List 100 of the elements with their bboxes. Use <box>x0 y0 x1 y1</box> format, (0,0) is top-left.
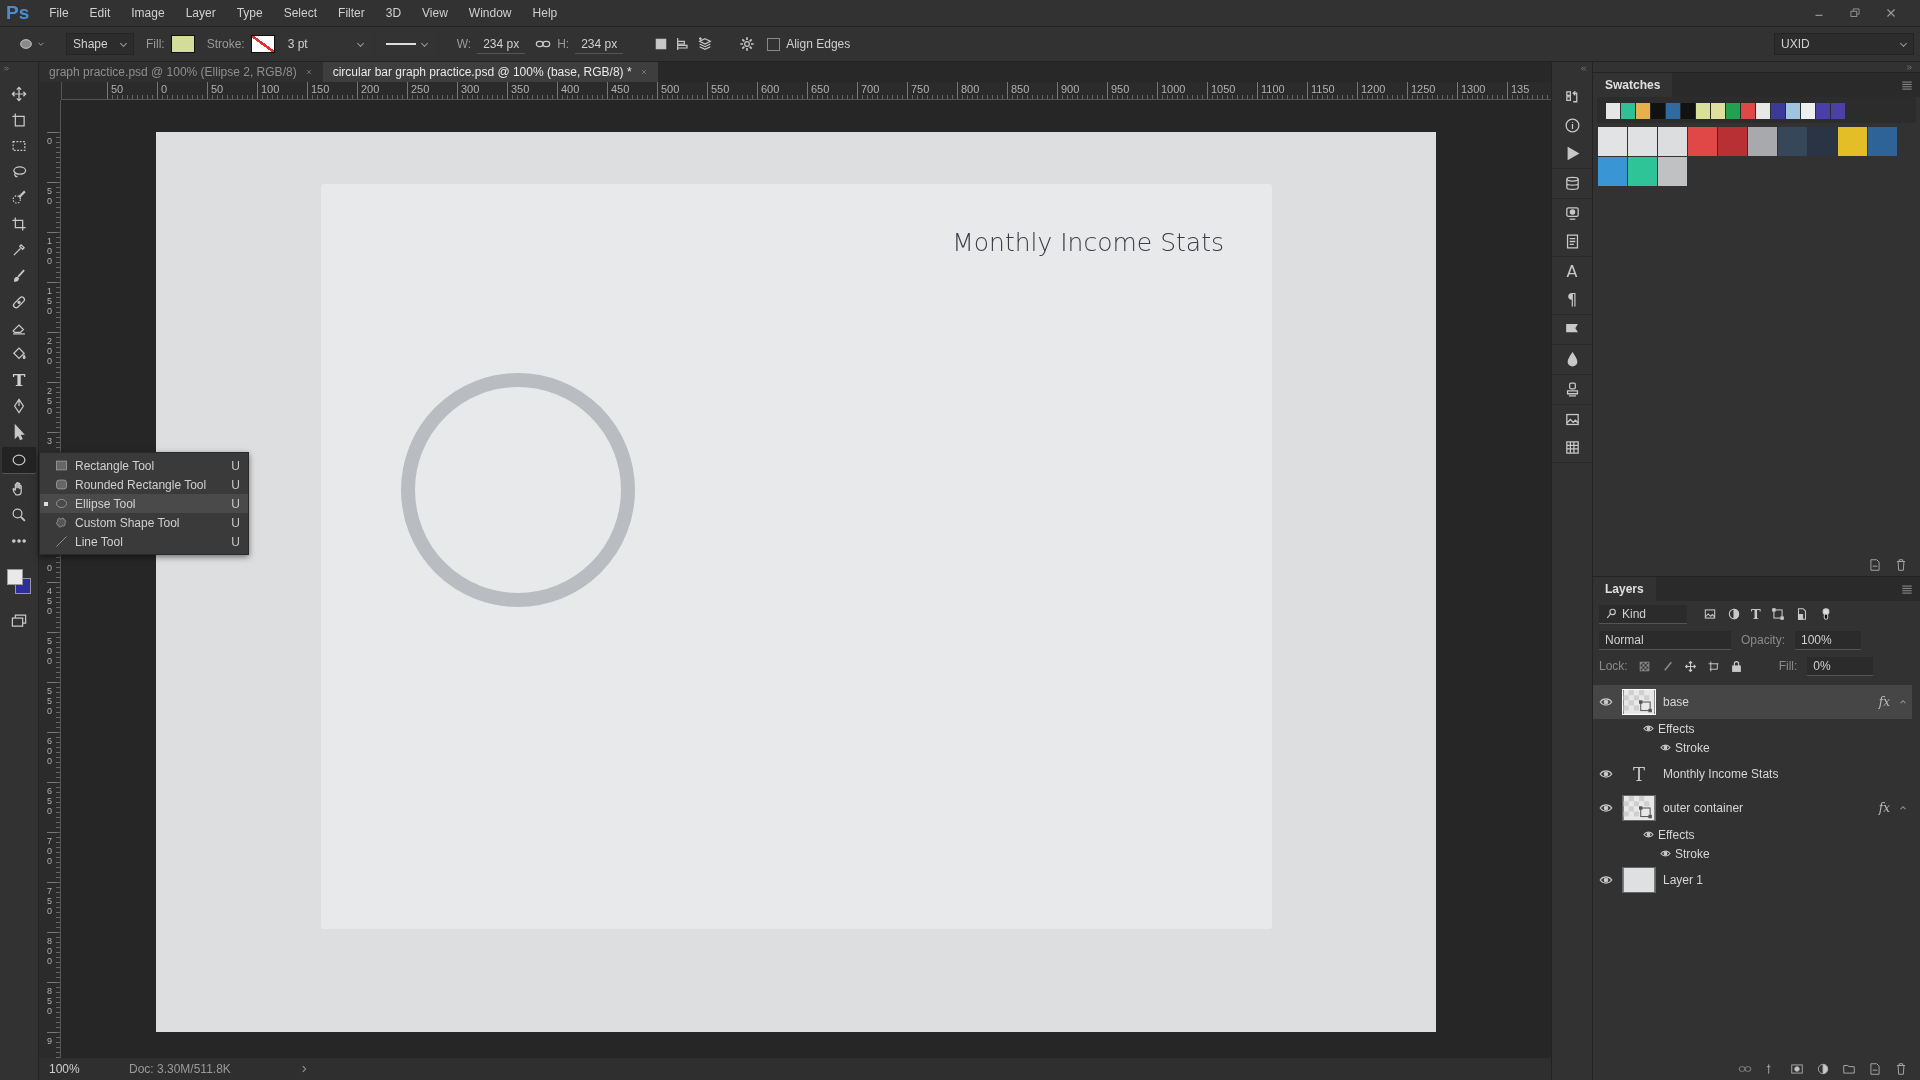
info-icon[interactable] <box>1563 117 1581 134</box>
effects-badge[interactable]: fx <box>1878 695 1890 709</box>
eye-icon[interactable] <box>1599 695 1613 709</box>
menu-item[interactable]: File <box>49 6 69 20</box>
menu-item[interactable]: Type <box>236 6 263 20</box>
menu-item[interactable]: 3D <box>385 6 402 20</box>
layer-row[interactable]: outer container fx <box>1593 791 1912 825</box>
menu-item[interactable]: Image <box>131 6 165 20</box>
swatches-tab[interactable]: Swatches <box>1593 73 1673 97</box>
layer-row[interactable]: Layer 1 <box>1593 863 1912 897</box>
folder-icon[interactable] <box>1842 1062 1856 1076</box>
new-layer-icon[interactable] <box>1868 1062 1882 1076</box>
color-swatch[interactable] <box>1816 103 1830 119</box>
eye-icon[interactable] <box>1643 723 1654 734</box>
color-swatch[interactable] <box>1831 103 1845 119</box>
color-swatch[interactable] <box>1726 103 1740 119</box>
menu-icon[interactable] <box>1900 582 1914 596</box>
eye-icon[interactable] <box>1660 848 1671 859</box>
eye-icon[interactable] <box>1599 873 1613 887</box>
color-swatches-icon[interactable] <box>6 568 32 596</box>
color-swatch[interactable] <box>1628 157 1657 186</box>
mask-icon[interactable] <box>1790 1062 1804 1076</box>
color-swatch[interactable] <box>1756 103 1770 119</box>
trash-icon[interactable] <box>1894 558 1908 572</box>
adjustment-icon[interactable] <box>1727 607 1741 621</box>
image-icon[interactable] <box>1703 607 1717 621</box>
menu-icon[interactable] <box>1900 78 1914 92</box>
lock-artboard-icon[interactable] <box>1706 659 1720 673</box>
fill-field[interactable]: 0% <box>1807 656 1874 676</box>
path-arrangement-icon[interactable] <box>697 36 714 52</box>
opacity-field[interactable]: 100% <box>1795 630 1861 650</box>
lock-transparency-icon[interactable] <box>1637 659 1651 673</box>
image-icon[interactable] <box>1563 411 1581 428</box>
color-swatch[interactable] <box>1658 157 1687 186</box>
restore-icon[interactable] <box>1848 6 1862 20</box>
panel-glyph-icon[interactable]: ¶ <box>1566 291 1578 308</box>
workspace-dropdown[interactable]: UXID <box>1774 33 1914 55</box>
menu-item[interactable]: Window <box>468 6 512 20</box>
color-swatch[interactable] <box>1681 103 1695 119</box>
blend-mode-dropdown[interactable]: Normal <box>1599 630 1731 650</box>
color-swatch[interactable] <box>1658 127 1687 156</box>
tool-menu-item[interactable]: Custom Shape Tool U <box>40 513 248 532</box>
color-swatch[interactable] <box>1718 127 1747 156</box>
color-swatch[interactable] <box>1771 103 1785 119</box>
eye-icon[interactable] <box>1660 742 1671 753</box>
panel-glyph-icon[interactable]: A <box>1566 263 1578 280</box>
color-swatch[interactable] <box>1838 127 1867 156</box>
adjustment-icon[interactable] <box>1816 1062 1830 1076</box>
color-swatch[interactable] <box>1778 127 1807 156</box>
document-tab[interactable]: graph practice.psd @ 100% (Ellipse 2, RGB/8) <box>39 62 323 82</box>
color-swatch[interactable] <box>1801 103 1815 119</box>
align-edges-checkbox[interactable] <box>767 37 781 51</box>
color-swatch[interactable] <box>1808 127 1837 156</box>
color-swatch[interactable] <box>1666 103 1680 119</box>
mode-dropdown[interactable]: Shape <box>66 33 134 55</box>
color-swatch[interactable] <box>1636 103 1650 119</box>
shape-icon[interactable] <box>1770 607 1785 621</box>
layer-row[interactable]: T Monthly Income Stats <box>1593 757 1912 791</box>
color-swatch[interactable] <box>1868 127 1897 156</box>
trash-icon[interactable] <box>1894 1062 1908 1076</box>
layers-tab[interactable]: Layers <box>1593 577 1656 601</box>
lock-move-icon[interactable] <box>1683 659 1697 673</box>
menu-item[interactable]: Edit <box>89 6 111 20</box>
color-swatch[interactable] <box>1628 127 1657 156</box>
color-swatch[interactable] <box>1606 103 1620 119</box>
zoom-level[interactable]: 100% <box>49 1062 99 1076</box>
type-tool[interactable]: T <box>8 369 30 391</box>
new-swatch-icon[interactable] <box>1868 558 1882 572</box>
tool-menu-item[interactable]: Rectangle Tool U <box>40 456 248 475</box>
color-swatch[interactable] <box>1598 127 1627 156</box>
effects-badge[interactable]: fx <box>1878 801 1890 815</box>
color-swatch[interactable] <box>1621 103 1635 119</box>
filter-dropdown[interactable]: Kind <box>1599 604 1687 624</box>
menu-item[interactable]: View <box>422 6 448 20</box>
fill-swatch[interactable] <box>170 35 195 53</box>
menu-item[interactable]: Select <box>283 6 318 20</box>
height-field[interactable]: 234 px <box>575 34 624 54</box>
color-swatch[interactable] <box>1741 103 1755 119</box>
color-swatch[interactable] <box>1598 157 1627 186</box>
close-icon[interactable] <box>304 68 313 76</box>
document-tab[interactable]: circular bar graph practice.psd @ 100% (base, RGB/8) * <box>322 62 658 82</box>
menu-item[interactable]: Layer <box>185 6 216 20</box>
lock-icon[interactable] <box>1729 659 1743 673</box>
chevron-icon[interactable] <box>299 1064 309 1074</box>
stroke-swatch[interactable] <box>250 35 275 53</box>
color-swatch[interactable] <box>1748 127 1777 156</box>
eye-icon[interactable] <box>1599 767 1613 781</box>
tool-menu-item[interactable]: Line Tool U <box>40 532 248 551</box>
type-filter-icon[interactable]: T <box>1751 606 1761 622</box>
color-swatch[interactable] <box>1786 103 1800 119</box>
tool-menu-item[interactable]: Ellipse Tool U <box>40 494 248 513</box>
color-swatch[interactable] <box>1688 127 1717 156</box>
color-swatch[interactable] <box>1696 103 1710 119</box>
eye-icon[interactable] <box>1643 829 1654 840</box>
menu-item[interactable]: Filter <box>338 6 365 20</box>
settings-icon[interactable] <box>739 36 756 52</box>
cylinder-icon[interactable] <box>1563 175 1581 192</box>
menu-item[interactable]: Help <box>532 6 558 20</box>
tool-menu-item[interactable]: Rounded Rectangle Tool U <box>40 475 248 494</box>
color-swatch[interactable] <box>1711 103 1725 119</box>
